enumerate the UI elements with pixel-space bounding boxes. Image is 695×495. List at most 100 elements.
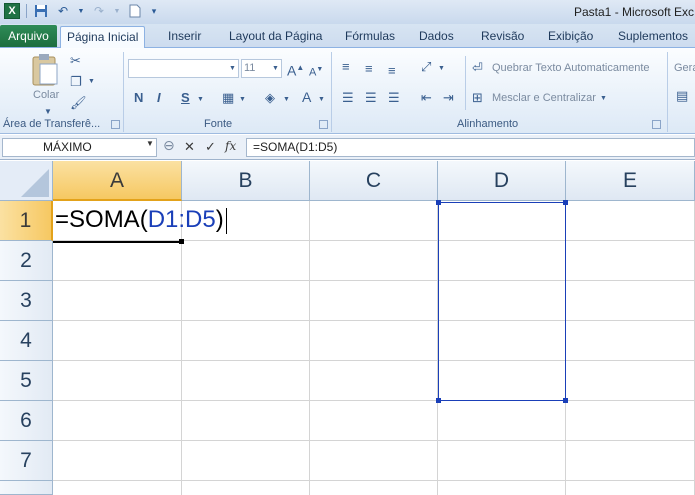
merge-center-button[interactable]: ⊞ Mesclar e Centralizar ▼ — [472, 90, 612, 108]
align-top-icon[interactable]: ≡ — [342, 59, 350, 75]
cancel-icon[interactable]: ✕ — [184, 139, 195, 155]
clipboard-group-label: Área de Transferê... — [3, 118, 101, 130]
gridline — [53, 320, 695, 321]
row-header-8[interactable] — [0, 481, 53, 495]
copy-icon[interactable]: ❐ — [70, 74, 82, 90]
tab-page-layout[interactable]: Layout da Página — [223, 26, 328, 48]
orientation-dropdown-icon[interactable]: ▼ — [438, 61, 445, 77]
column-header-c[interactable]: C — [310, 161, 438, 201]
tab-data[interactable]: Dados — [413, 26, 460, 48]
excel-logo-icon[interactable]: X — [4, 3, 20, 19]
wrap-text-button[interactable]: ⏎ Quebrar Texto Automaticamente — [472, 60, 660, 78]
row-header-5[interactable]: 5 — [0, 361, 53, 401]
tab-review[interactable]: Revisão — [475, 26, 530, 48]
clipboard-launcher-icon[interactable] — [111, 120, 120, 129]
undo-icon[interactable]: ↶ — [55, 3, 71, 19]
formula-input[interactable]: =SOMA(D1:D5) — [246, 138, 695, 157]
column-header-b[interactable]: B — [182, 161, 310, 201]
formula-reference: D1:D5 — [147, 206, 216, 233]
reference-range-highlight[interactable] — [436, 200, 568, 403]
ribbon-tabs: Arquivo Página Inicial Inserir Layout da… — [0, 24, 695, 49]
text-caret — [225, 207, 227, 234]
wrap-text-icon: ⏎ — [472, 60, 483, 75]
font-color-dropdown-icon[interactable]: ▼ — [318, 92, 325, 108]
redo-icon[interactable]: ↷ — [91, 3, 107, 19]
align-left-icon[interactable]: ☰ — [342, 90, 354, 106]
range-corner-handle[interactable] — [436, 200, 441, 205]
font-color-icon[interactable]: A — [302, 89, 311, 105]
active-cell-editor[interactable]: =SOMA(D1:D5) — [55, 205, 227, 235]
alignment-inner-divider — [465, 56, 466, 110]
borders-dropdown-icon[interactable]: ▼ — [239, 92, 246, 108]
name-box[interactable]: MÁXIMO — [2, 138, 157, 157]
grow-font-icon[interactable]: A▲ — [287, 60, 304, 79]
column-header-e[interactable]: E — [566, 161, 695, 201]
range-corner-handle[interactable] — [563, 200, 568, 205]
orientation-icon[interactable]: ⤢ — [421, 59, 431, 75]
italic-button[interactable]: I — [157, 90, 161, 106]
undo-dropdown-icon[interactable]: ▼ — [77, 3, 85, 19]
tab-formulas[interactable]: Fórmulas — [339, 26, 401, 48]
new-document-icon[interactable] — [127, 3, 143, 19]
customize-qat-icon[interactable]: ▾ — [149, 3, 159, 19]
bold-button[interactable]: N — [134, 90, 143, 106]
name-box-dropdown-icon[interactable]: ▼ — [146, 139, 154, 148]
alignment-launcher-icon[interactable] — [652, 120, 661, 129]
fill-color-dropdown-icon[interactable]: ▼ — [283, 92, 290, 108]
column-header-a[interactable]: A — [53, 161, 182, 201]
font-size-dropdown-icon[interactable]: ▼ — [272, 61, 279, 77]
increase-indent-icon[interactable]: ⇥ — [443, 90, 454, 106]
align-middle-icon[interactable]: ≡ — [365, 61, 373, 77]
qat-separator — [26, 4, 27, 18]
decrease-indent-icon[interactable]: ⇤ — [421, 90, 432, 106]
align-right-icon[interactable]: ☰ — [388, 90, 400, 106]
font-group-label: Fonte — [204, 118, 233, 130]
row-header-3[interactable]: 3 — [0, 281, 53, 321]
row-header-7[interactable]: 7 — [0, 441, 53, 481]
tab-view[interactable]: Exibição — [542, 26, 599, 48]
copy-dropdown-icon[interactable]: ▼ — [88, 74, 95, 90]
gridline — [53, 440, 695, 441]
range-corner-handle[interactable] — [436, 398, 441, 403]
select-all-button[interactable] — [0, 161, 53, 201]
font-name-dropdown-icon[interactable]: ▼ — [229, 61, 236, 77]
tab-insert[interactable]: Inserir — [162, 26, 207, 48]
font-name-select[interactable] — [128, 59, 239, 78]
cut-icon[interactable]: ✂ — [70, 53, 81, 69]
redo-dropdown-icon[interactable]: ▼ — [113, 3, 121, 19]
align-bottom-icon[interactable]: ≡ — [388, 63, 396, 79]
align-center-icon[interactable]: ☰ — [365, 90, 377, 106]
paste-icon[interactable] — [30, 53, 60, 90]
group-divider — [667, 52, 668, 132]
underline-button[interactable]: S — [181, 90, 190, 106]
formula-bar-grip-icon: ⊖ — [163, 137, 175, 153]
worksheet-grid[interactable]: A B C D E 1 2 3 4 5 6 7 =SOMA(D1:D5) — [0, 161, 695, 495]
gridline — [53, 400, 695, 401]
row-header-2[interactable]: 2 — [0, 241, 53, 281]
insert-function-icon[interactable]: fx — [225, 139, 236, 153]
shrink-font-icon[interactable]: A▼ — [309, 62, 323, 81]
save-icon[interactable] — [33, 3, 49, 19]
enter-icon[interactable]: ✓ — [205, 139, 216, 155]
range-corner-handle[interactable] — [563, 398, 568, 403]
column-header-d[interactable]: D — [438, 161, 566, 201]
underline-dropdown-icon[interactable]: ▼ — [197, 92, 204, 108]
row-header-6[interactable]: 6 — [0, 401, 53, 441]
gridline — [53, 360, 695, 361]
paste-label[interactable]: Colar — [33, 89, 59, 101]
row-header-4[interactable]: 4 — [0, 321, 53, 361]
tab-add-ins[interactable]: Suplementos — [612, 26, 694, 48]
font-size-value: 11 — [244, 62, 256, 74]
gridline — [309, 201, 310, 495]
tab-home[interactable]: Página Inicial — [60, 26, 146, 49]
currency-format-icon[interactable]: ▤ — [676, 88, 688, 104]
font-launcher-icon[interactable] — [319, 120, 328, 129]
fill-handle[interactable] — [179, 239, 184, 244]
number-format-select[interactable]: Gera — [674, 62, 695, 74]
fill-color-icon[interactable]: ◈ — [265, 90, 275, 106]
tab-file[interactable]: Arquivo — [0, 25, 57, 47]
borders-icon[interactable]: ▦ — [222, 90, 234, 106]
row-header-1[interactable]: 1 — [0, 201, 53, 241]
format-painter-icon[interactable]: 🖌 — [70, 95, 87, 111]
merge-center-label: Mesclar e Centralizar — [492, 92, 596, 104]
